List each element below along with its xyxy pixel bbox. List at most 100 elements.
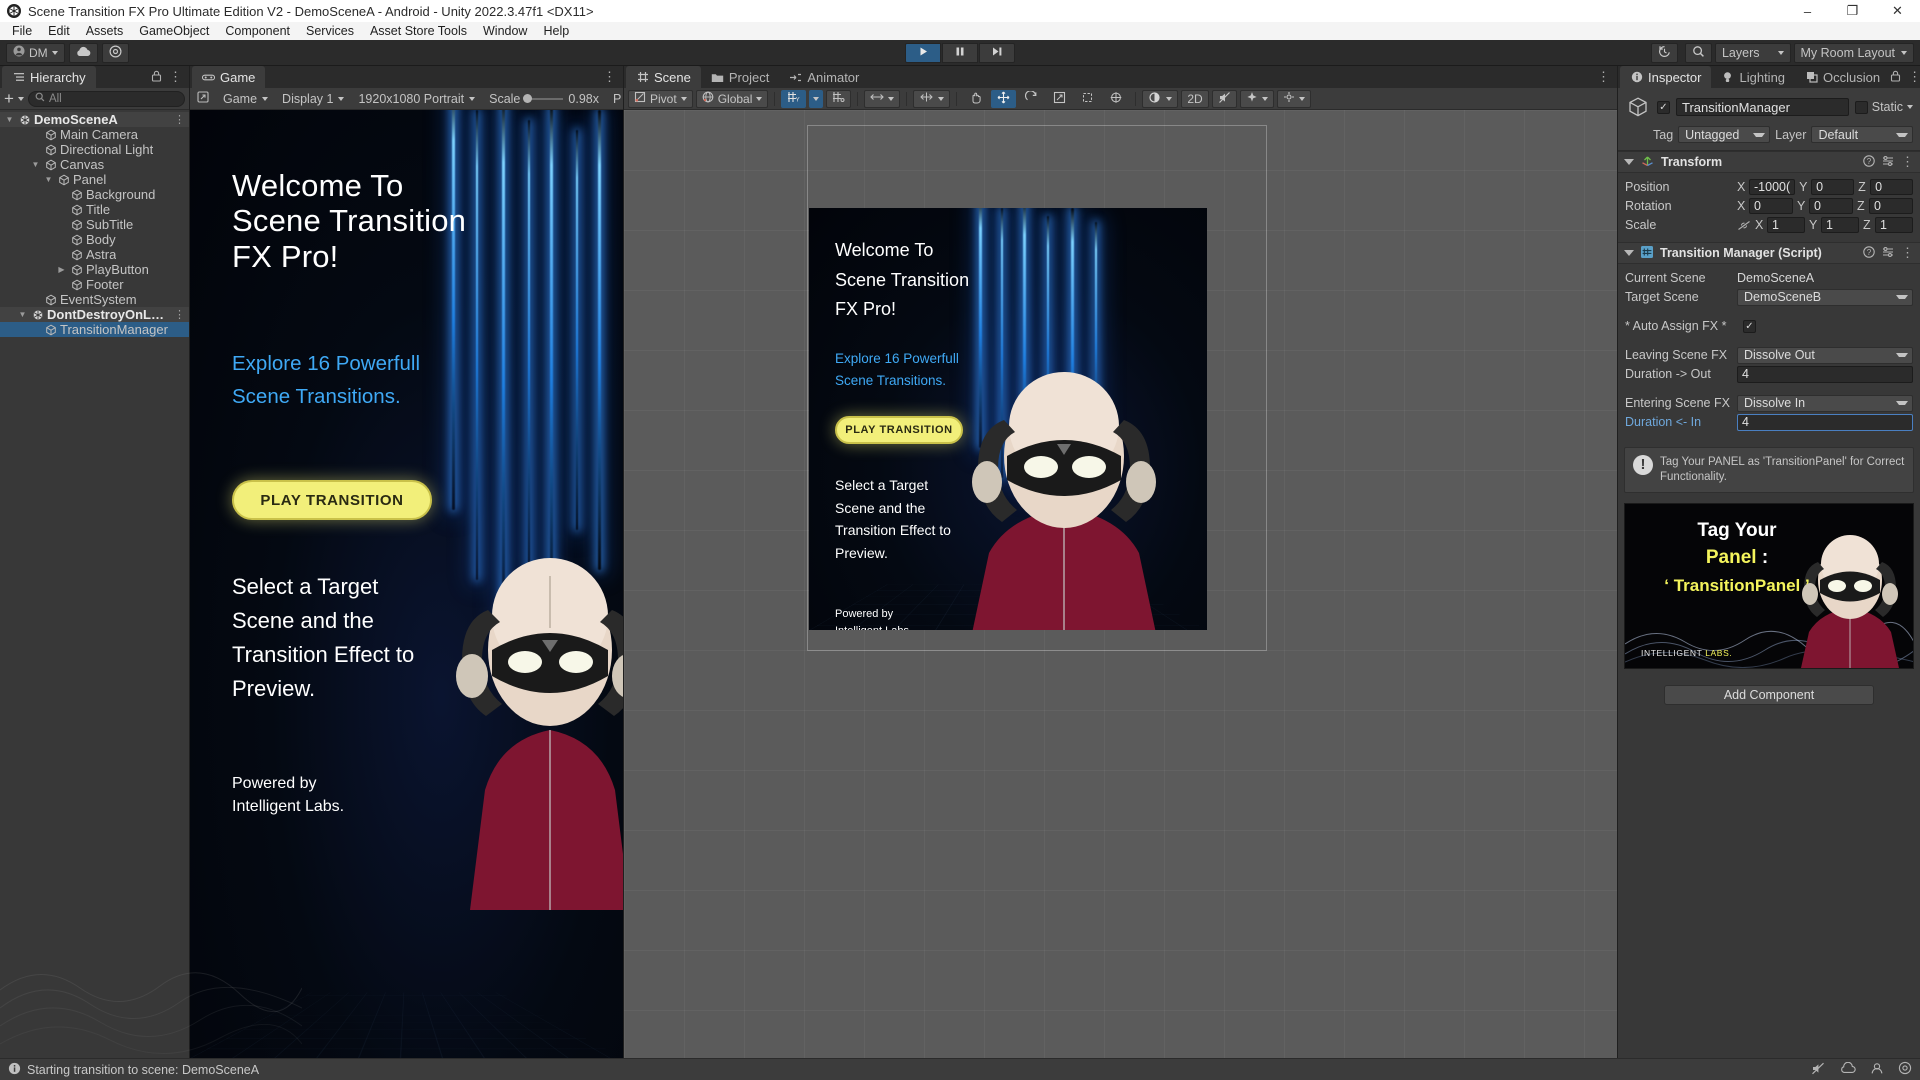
close-button[interactable]: ✕ [1875,0,1920,22]
tab-inspector[interactable]: Inspector [1620,66,1712,88]
scene-lighting-dropdown[interactable] [1142,89,1179,108]
pause-button[interactable] [942,42,978,63]
position-y-field[interactable]: 0 [1811,179,1855,195]
grid-snap-dropdown[interactable] [809,89,824,108]
hierarchy-item-playbutton[interactable]: ▶ PlayButton [0,262,189,277]
tab-scene[interactable]: Scene [626,66,701,88]
scene-render-area[interactable]: Welcome To Scene Transition FX Pro! Expl… [624,110,1617,1058]
minimize-button[interactable]: – [1785,0,1830,22]
maximize-button[interactable]: ❐ [1830,0,1875,22]
hierarchy-item-transitionmanager[interactable]: TransitionManager [0,322,189,337]
scene-gizmos-dropdown[interactable] [1276,89,1311,108]
tab-lighting[interactable]: Lighting [1711,66,1795,88]
menu-window[interactable]: Window [475,22,535,40]
cloud-button[interactable] [68,42,98,63]
transform-tool-button[interactable] [1103,90,1129,108]
hierarchy-item-canvas[interactable]: ▼ Canvas [0,157,189,172]
help-icon[interactable]: ? [1863,245,1875,261]
rect-tool-button[interactable] [1075,90,1100,108]
hierarchy-item-menu-icon[interactable]: ⋮ [174,309,185,320]
scene-fx-dropdown[interactable] [1239,89,1274,108]
hand-tool-button[interactable] [963,90,988,108]
help-icon[interactable]: ? [1863,154,1875,170]
hierarchy-item-subtitle[interactable]: SubTitle [0,217,189,232]
hierarchy-item-main-camera[interactable]: Main Camera [0,127,189,142]
global-toggle[interactable]: Global [695,89,769,108]
layers-dropdown[interactable]: Layers [1714,42,1791,63]
tab-hierarchy[interactable]: Hierarchy [2,66,96,88]
menu-services[interactable]: Services [298,22,362,40]
game-play-focused-button[interactable]: P [606,88,623,109]
transform-snap-toggle[interactable] [913,89,951,108]
rotation-x-field[interactable]: 0 [1749,198,1793,214]
lock-icon[interactable] [151,69,162,86]
hierarchy-item-dontdestroyonload[interactable]: ▼ DontDestroyOnLoad ⋮ [0,307,189,322]
menu-asset-store-tools[interactable]: Asset Store Tools [362,22,475,40]
layer-dropdown[interactable]: Default [1811,126,1913,143]
add-component-button[interactable]: Add Component [1664,684,1874,705]
scale-slider-knob[interactable] [523,94,533,103]
menu-component[interactable]: Component [217,22,298,40]
search-button[interactable] [1684,42,1712,63]
script-foldout-icon[interactable] [1624,250,1634,256]
lock-icon[interactable] [1890,69,1901,86]
scene-menu-icon[interactable]: ⋮ [1597,70,1610,83]
chevron-down-icon[interactable] [1907,105,1913,109]
game-render-area[interactable]: Welcome To Scene Transition FX Pro! Expl… [190,110,623,1058]
step-button[interactable] [979,42,1015,63]
tab-animator[interactable]: Animator [779,66,869,88]
scene-play-transition-button[interactable]: PLAY TRANSITION [835,416,963,444]
menu-assets[interactable]: Assets [78,22,132,40]
grid-snap-toggle[interactable]: Y [781,89,807,108]
hierarchy-item-body[interactable]: Body [0,232,189,247]
account-dropdown[interactable]: DM [6,42,65,63]
hierarchy-item-title[interactable]: Title [0,202,189,217]
hierarchy-item-background[interactable]: Background [0,187,189,202]
pivot-toggle[interactable]: Pivot [628,89,693,108]
hierarchy-menu-icon[interactable]: ⋮ [169,70,182,83]
hierarchy-item-astra[interactable]: Astra [0,247,189,262]
layout-dropdown[interactable]: My Room Layout [1793,42,1914,63]
hierarchy-item-directional-light[interactable]: Directional Light [0,142,189,157]
menu-gameobject[interactable]: GameObject [131,22,217,40]
transition-manager-component-header[interactable]: Transition Manager (Script) ? ⋮ [1618,242,1920,264]
history-button[interactable] [1650,42,1678,63]
move-tool-button[interactable] [991,89,1017,108]
hierarchy-search-input[interactable]: All [27,90,185,107]
inspector-menu-icon[interactable]: ⋮ [1908,70,1920,83]
chevron-down-icon[interactable]: ▼ [30,160,41,169]
game-maximize-button[interactable] [190,88,216,109]
hierarchy-item-eventsystem[interactable]: EventSystem [0,292,189,307]
tag-dropdown[interactable]: Untagged [1678,126,1771,143]
scale-y-field[interactable]: 1 [1821,217,1859,233]
scale-tool-button[interactable] [1047,90,1072,108]
position-x-field[interactable]: -1000( [1749,179,1796,195]
rotation-z-field[interactable]: 0 [1869,198,1913,214]
scene-2d-toggle[interactable]: 2D [1181,89,1209,108]
menu-help[interactable]: Help [535,22,577,40]
preset-icon[interactable] [1882,155,1894,170]
tab-occlusion[interactable]: Occlusion [1795,66,1890,88]
game-target-dropdown[interactable]: Game [216,88,275,109]
transform-foldout-icon[interactable] [1624,159,1634,165]
hierarchy-item-footer[interactable]: Footer [0,277,189,292]
grid-settings-toggle[interactable] [826,89,852,108]
gameobject-name-field[interactable]: TransitionManager [1676,98,1849,116]
scene-audio-toggle[interactable] [1211,89,1237,108]
scale-slider-track[interactable] [523,94,564,103]
static-checkbox[interactable] [1854,100,1868,114]
constrain-proportions-toggle[interactable] [1737,220,1755,231]
rotation-y-field[interactable]: 0 [1809,198,1853,214]
game-resolution-dropdown[interactable]: 1920x1080 Portrait [351,88,482,109]
menu-file[interactable]: File [4,22,40,40]
scale-x-field[interactable]: 1 [1767,217,1805,233]
hierarchy-item-menu-icon[interactable]: ⋮ [174,114,185,125]
preset-icon[interactable] [1882,246,1894,261]
chevron-down-icon[interactable] [17,96,24,101]
add-gameobject-button[interactable]: + [4,90,14,107]
rotate-tool-button[interactable] [1019,89,1044,108]
script-menu-icon[interactable]: ⋮ [1901,246,1914,259]
leaving-scene-fx-dropdown[interactable]: Dissolve Out [1737,346,1913,364]
game-menu-icon[interactable]: ⋮ [603,70,616,83]
target-scene-dropdown[interactable]: DemoSceneB [1737,288,1913,306]
